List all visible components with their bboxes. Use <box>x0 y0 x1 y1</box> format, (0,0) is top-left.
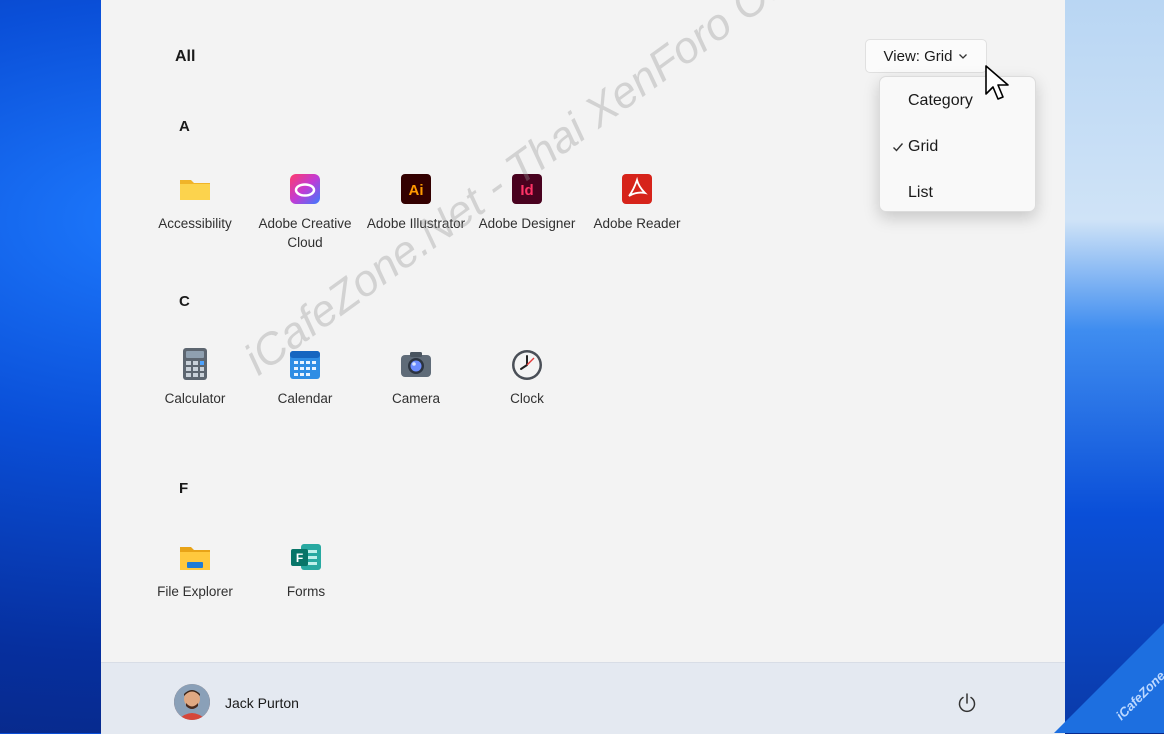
app-clock[interactable]: Clock <box>472 347 582 408</box>
power-icon[interactable] <box>956 692 978 714</box>
start-menu-footer: Jack Purton <box>101 662 1065 734</box>
app-label: Clock <box>510 391 544 406</box>
app-label: Calendar <box>277 391 333 406</box>
indesign-glyph: Id <box>520 182 533 199</box>
adobe-illustrator-icon: Ai <box>401 174 431 204</box>
group-letter-a[interactable]: A <box>179 118 190 135</box>
app-label: Adobe Designer <box>478 216 576 231</box>
app-label: Adobe Creative Cloud <box>258 216 352 250</box>
adobe-creative-cloud-icon <box>290 174 320 204</box>
adobe-indesign-icon: Id <box>512 174 542 204</box>
group-letter-c[interactable]: C <box>179 293 190 310</box>
camera-icon <box>401 352 431 377</box>
menu-item-grid[interactable]: Grid <box>880 127 1035 167</box>
app-accessibility[interactable]: Accessibility <box>140 172 250 233</box>
app-label: Forms <box>286 584 326 599</box>
file-explorer-icon <box>180 547 210 570</box>
user-name[interactable]: Jack Purton <box>225 695 299 711</box>
app-label: Camera <box>391 391 440 406</box>
group-letter-f[interactable]: F <box>179 480 188 497</box>
corner-watermark: iCafeZone <box>1054 623 1164 733</box>
app-adobe-illustrator[interactable]: Ai Adobe Illustrator <box>361 172 471 233</box>
calendar-icon <box>290 351 320 379</box>
menu-item-label: List <box>908 184 933 201</box>
app-calculator[interactable]: Calculator <box>140 347 250 408</box>
checkmark-icon <box>893 143 904 152</box>
app-label: Calculator <box>164 391 226 406</box>
app-forms[interactable]: F Forms <box>251 540 361 601</box>
forms-icon: F <box>291 544 321 570</box>
clock-icon <box>512 350 542 380</box>
menu-item-list[interactable]: List <box>880 173 1035 213</box>
app-camera[interactable]: Camera <box>361 347 471 408</box>
user-photo <box>174 684 210 720</box>
menu-item-label: Category <box>908 92 973 109</box>
app-adobe-creative-cloud[interactable]: Adobe Creative Cloud <box>250 172 360 252</box>
app-adobe-designer[interactable]: Id Adobe Designer <box>472 172 582 233</box>
app-file-explorer[interactable]: File Explorer <box>140 540 250 601</box>
app-label: Adobe Illustrator <box>366 216 466 231</box>
all-apps-title: All <box>175 48 196 65</box>
user-avatar[interactable] <box>174 684 210 720</box>
app-label: Accessibility <box>158 216 232 231</box>
app-adobe-reader[interactable]: Adobe Reader <box>582 172 692 233</box>
menu-item-category[interactable]: Category <box>880 81 1035 121</box>
view-mode-menu: Category Grid List <box>879 76 1036 212</box>
app-label: File Explorer <box>157 584 233 599</box>
chevron-down-icon <box>959 54 968 59</box>
view-mode-label: View: Grid <box>883 47 953 65</box>
view-mode-button[interactable]: View: Grid <box>865 39 987 73</box>
adobe-reader-icon <box>622 174 652 204</box>
app-calendar[interactable]: Calendar <box>250 347 360 408</box>
illustrator-glyph: Ai <box>409 182 424 199</box>
app-label: Adobe Reader <box>593 216 681 231</box>
forms-glyph: F <box>296 551 303 565</box>
menu-item-label: Grid <box>908 138 939 155</box>
folder-icon <box>180 180 210 200</box>
calculator-icon <box>183 348 207 380</box>
mouse-cursor-icon <box>985 65 1009 100</box>
